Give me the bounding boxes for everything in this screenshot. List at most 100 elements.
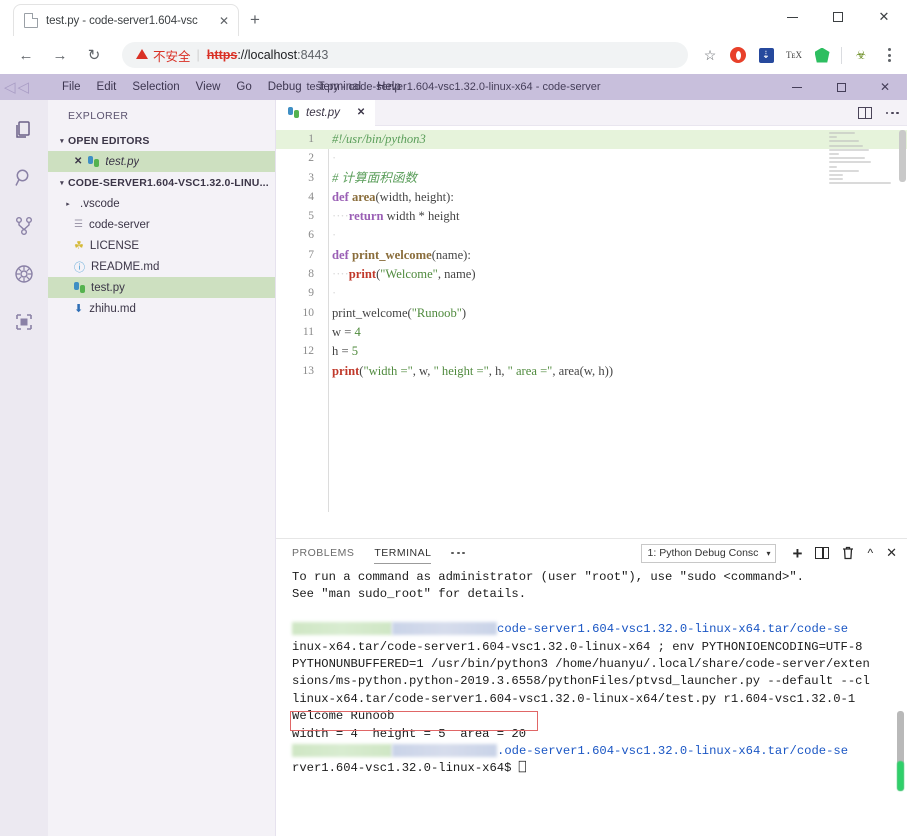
terminal-scrollbar-marker <box>897 761 904 791</box>
menu-debug[interactable]: Debug <box>268 81 302 93</box>
download-extension-icon[interactable]: ⇣ <box>752 41 780 69</box>
file-row-vscode[interactable]: ▸ .vscode <box>48 193 275 214</box>
menu-selection[interactable]: Selection <box>132 81 179 93</box>
back-icon[interactable]: ← <box>12 41 40 69</box>
menu-help[interactable]: Help <box>377 81 401 93</box>
file-name: LICENSE <box>89 239 140 252</box>
chrome-menu-icon[interactable] <box>875 41 903 69</box>
code-token: area <box>351 189 376 204</box>
url-port: :8443 <box>297 48 329 62</box>
panel-more-icon[interactable] <box>451 551 465 555</box>
close-panel-icon[interactable]: ✕ <box>886 545 897 561</box>
browser-tab[interactable]: test.py - code-server1.604-vsc ✕ <box>14 5 238 36</box>
code-token: width * height <box>383 209 460 224</box>
opera-extension-icon[interactable] <box>724 41 752 69</box>
vscode-logo: ◁ ◁ <box>4 78 30 96</box>
menu-edit[interactable]: Edit <box>97 81 117 93</box>
code-line: 11 w = 4 <box>276 323 907 342</box>
kill-terminal-icon[interactable] <box>842 546 854 560</box>
code-token: " area =" <box>507 363 553 378</box>
menu-go[interactable]: Go <box>236 81 251 93</box>
terminal-output[interactable]: To run a command as administrator (user … <box>276 567 907 836</box>
code-content: 1 #!/usr/bin/python3 2 · 3 # 计算面积函数 4 def area(… <box>276 130 907 381</box>
menu-file[interactable]: File <box>62 81 81 93</box>
code-line: 10 print_welcome("Runoob") <box>276 304 907 323</box>
vscode-maximize-button[interactable] <box>819 74 863 100</box>
vscode-workbench: EXPLORER ▾ OPEN EDITORS ✕ test.py ▾ CODE… <box>0 99 907 836</box>
vscode-titlebar: ◁ ◁ File Edit Selection View Go Debug Ter… <box>0 74 907 100</box>
forward-icon[interactable]: → <box>46 41 74 69</box>
reload-icon[interactable]: ↻ <box>80 41 108 69</box>
more-actions-icon[interactable] <box>885 111 899 115</box>
code-line: 8 ····print("Welcome", name) <box>276 265 907 284</box>
code-editor[interactable]: 1 #!/usr/bin/python3 2 · 3 # 计算面积函数 4 def area(… <box>276 126 907 538</box>
terminal-line: sions/ms-python.python-2019.3.6558/pytho… <box>292 673 889 690</box>
file-row-zhihu[interactable]: ⬇ zhihu.md <box>48 298 275 319</box>
file-row-license[interactable]: ☘ LICENSE <box>48 235 275 256</box>
vscode-close-button[interactable]: ✕ <box>863 74 907 100</box>
info-icon: ⓘ <box>74 261 85 274</box>
extensions-icon[interactable] <box>0 298 48 346</box>
new-tab-button[interactable]: + <box>250 11 260 28</box>
tab-problems[interactable]: PROBLEMS <box>292 539 354 567</box>
section-folder-root[interactable]: ▾ CODE-SERVER1.604-VSC1.32.0-LINU... <box>48 172 275 193</box>
close-icon[interactable]: ✕ <box>357 107 365 118</box>
browser-tabstrip: test.py - code-server1.604-vsc ✕ + ✕ <box>0 0 907 36</box>
code-line: 7 def print_welcome(name): <box>276 246 907 265</box>
vscode-window-controls: ✕ <box>775 74 907 100</box>
line-number: 7 <box>308 248 314 261</box>
minimize-button[interactable] <box>769 0 815 34</box>
close-window-button[interactable]: ✕ <box>861 0 907 34</box>
editor-tab-testpy[interactable]: test.py ✕ <box>276 99 376 126</box>
line-number: 11 <box>302 325 314 338</box>
evernote-extension-icon[interactable] <box>808 41 836 69</box>
terminal-line: See "man sudo_root" for details. <box>292 586 889 603</box>
section-open-editors[interactable]: ▾ OPEN EDITORS <box>48 130 275 151</box>
browser-toolbar-icons: ☆ ⇣ TᴇX ☣ <box>696 41 903 69</box>
file-row-code-server[interactable]: ☰ code-server <box>48 214 275 235</box>
line-number: 3 <box>308 171 314 184</box>
terminal-text: To run a command as administrator (user … <box>292 570 804 584</box>
vscode-minimize-button[interactable] <box>775 74 819 100</box>
bookmark-star-icon[interactable]: ☆ <box>696 41 724 69</box>
terminal-line: To run a command as administrator (user … <box>292 569 889 586</box>
tab-terminal[interactable]: TERMINAL <box>374 539 432 567</box>
split-editor-icon[interactable] <box>857 107 872 119</box>
code-token: · <box>332 228 337 243</box>
editor-scrollbar[interactable] <box>899 130 906 182</box>
line-number: 12 <box>302 345 315 358</box>
file-row-readme[interactable]: ⓘ README.md <box>48 256 275 277</box>
line-number: 1 <box>308 133 314 145</box>
bug-extension-icon[interactable]: ☣ <box>847 41 875 69</box>
file-row-testpy[interactable]: test.py <box>48 277 275 298</box>
minimap[interactable] <box>829 132 895 185</box>
close-icon[interactable]: ✕ <box>216 15 232 27</box>
maximize-panel-icon[interactable]: ^ <box>867 546 873 560</box>
open-editor-item-testpy[interactable]: ✕ test.py <box>48 151 275 172</box>
tex-extension-icon[interactable]: TᴇX <box>780 41 808 69</box>
file-name: code-server <box>88 218 150 231</box>
maximize-button[interactable] <box>815 0 861 34</box>
explorer-icon[interactable] <box>0 106 48 154</box>
address-bar[interactable]: 不安全 | https ://localhost :8443 <box>122 42 688 68</box>
browser-tab-title: test.py - code-server1.604-vsc <box>46 14 198 27</box>
new-terminal-icon[interactable]: + <box>793 545 803 562</box>
code-token: , w, <box>412 363 434 378</box>
code-token: def <box>332 189 352 204</box>
menu-terminal[interactable]: Terminal <box>318 81 361 93</box>
split-terminal-icon[interactable] <box>815 547 830 559</box>
close-icon[interactable]: ✕ <box>74 156 82 167</box>
highlight-annotation-box <box>290 711 538 731</box>
terminal-text: PYTHONUNBUFFERED=1 /usr/bin/python3 /hom… <box>292 656 870 671</box>
source-control-icon[interactable] <box>0 202 48 250</box>
redacted-block <box>292 622 392 636</box>
code-token: print <box>348 267 377 282</box>
menu-view[interactable]: View <box>196 81 221 93</box>
terminal-selector-dropdown[interactable]: 1: Python Debug Consc ▾ <box>640 543 776 563</box>
search-icon[interactable] <box>0 154 48 202</box>
file-name: zhihu.md <box>89 302 136 315</box>
file-name: README.md <box>91 260 160 273</box>
section-label: OPEN EDITORS <box>68 134 150 147</box>
insecure-label: 不安全 <box>153 49 191 64</box>
debug-icon[interactable] <box>0 250 48 298</box>
